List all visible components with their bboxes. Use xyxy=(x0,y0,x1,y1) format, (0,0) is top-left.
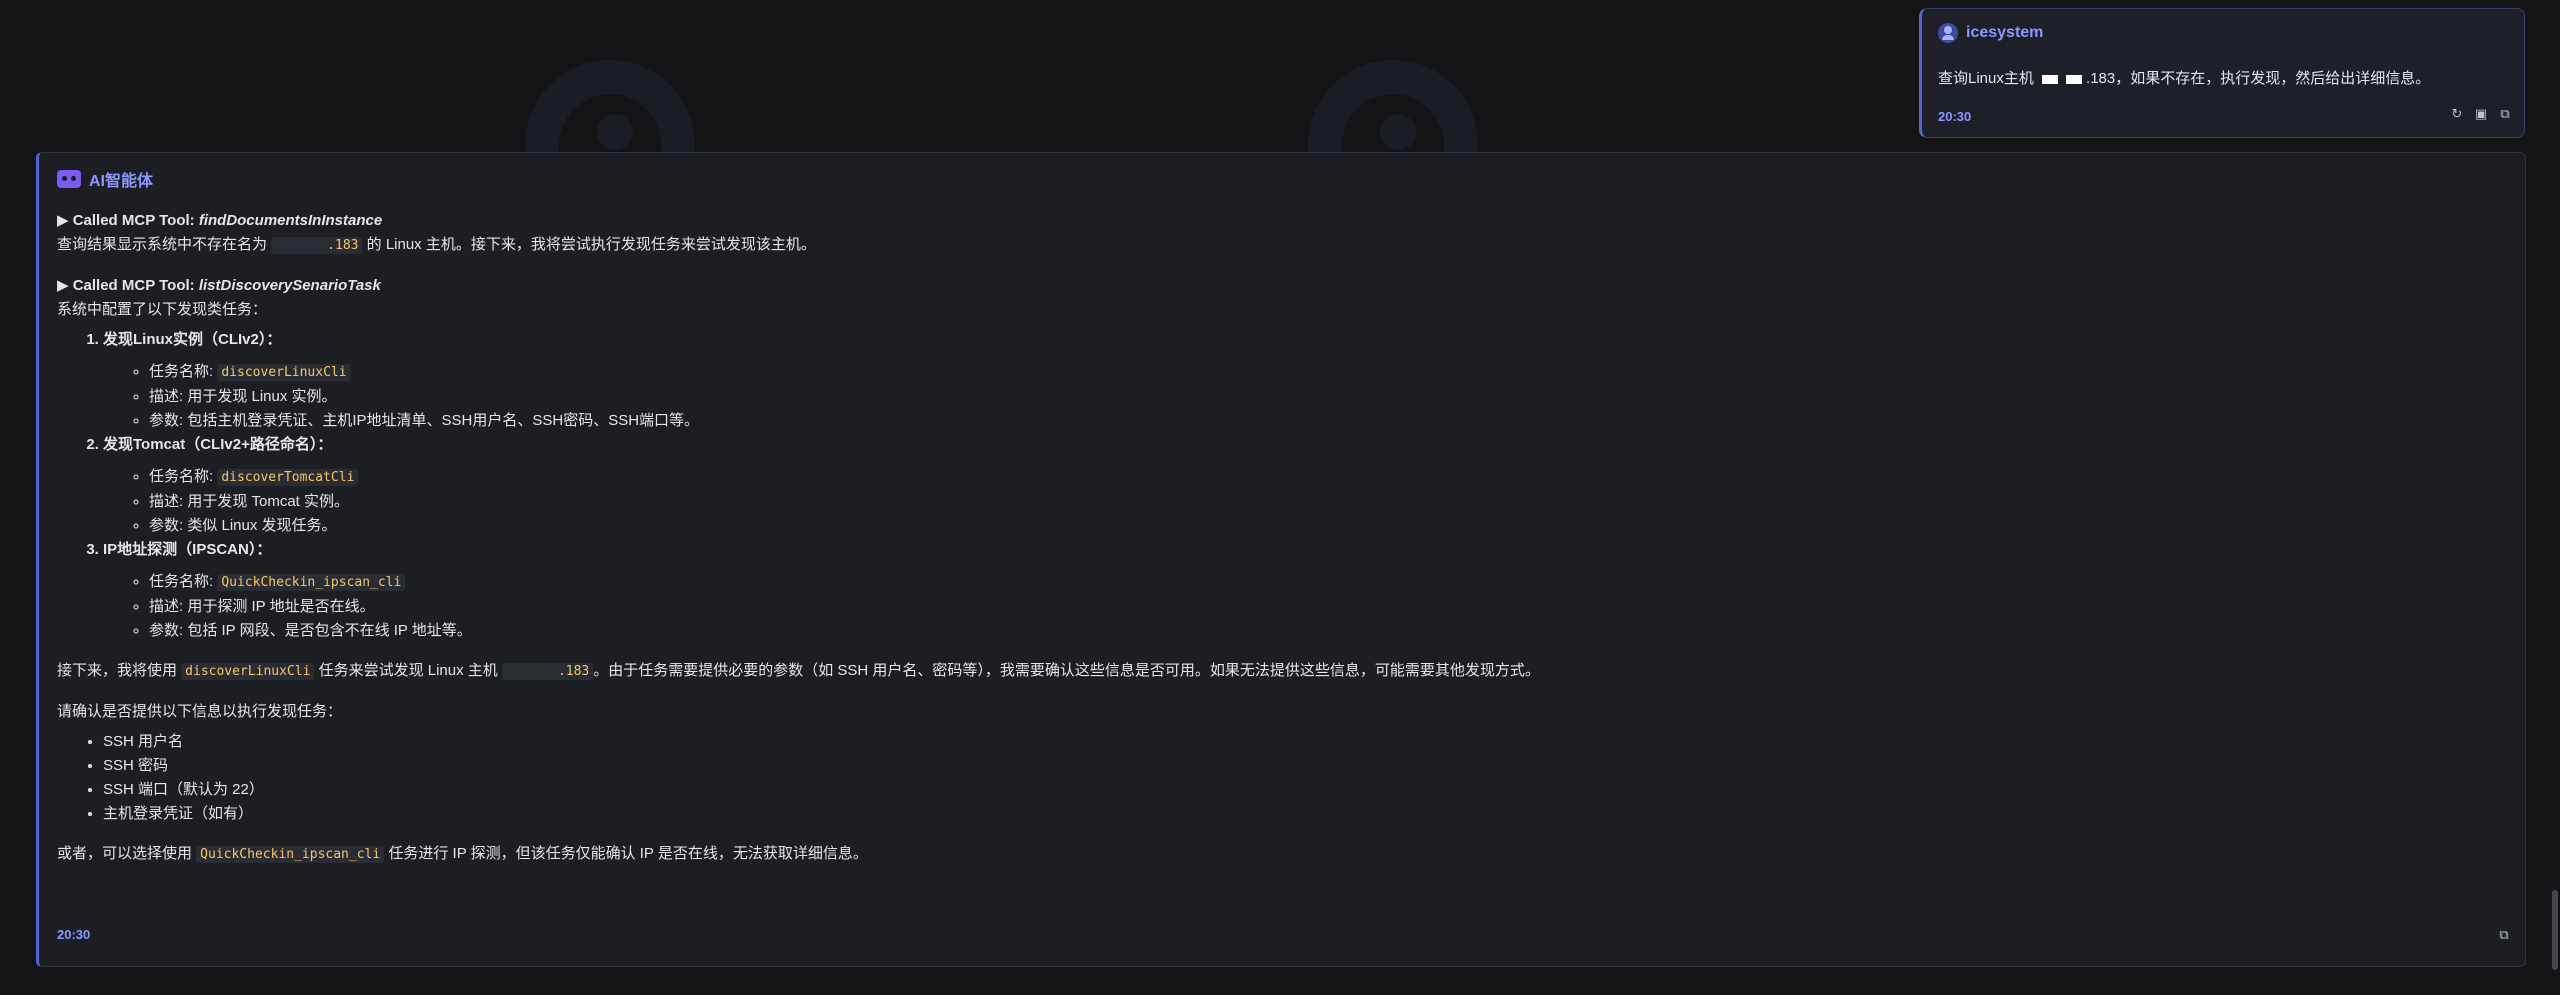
required-item: SSH 密码 xyxy=(103,754,2497,778)
redacted-block xyxy=(2066,74,2083,84)
task-item: 发现Tomcat（CLIv2+路径命名）： 任务名称: discoverTomc… xyxy=(103,433,2497,538)
copy-icon[interactable]: ⧉ xyxy=(2498,107,2512,121)
tool-call-prefix: ▶ Called MCP Tool: xyxy=(57,212,199,229)
ip-suffix: .183 xyxy=(327,238,359,253)
task-name-label: 任务名称: xyxy=(149,573,218,590)
task-desc: 描述: 用于发现 Linux 实例。 xyxy=(149,385,2497,409)
tasks-intro: 系统中配置了以下发现类任务： xyxy=(57,301,268,318)
next-after: 。由于任务需要提供必要的参数（如 SSH 用户名、密码等），我需要确认这些信息是… xyxy=(593,662,1540,679)
task-details: 任务名称: discoverTomcatCli 描述: 用于发现 Tomcat … xyxy=(103,465,2497,538)
task-name: 任务名称: QuickCheckin_ipscan_cli xyxy=(149,570,2497,595)
task-name: 任务名称: discoverLinuxCli xyxy=(149,360,2497,385)
task-name-label: 任务名称: xyxy=(149,363,218,380)
task-item: IP地址探测（IPSCAN）： 任务名称: QuickCheckin_ipsca… xyxy=(103,538,2497,643)
task-title: 发现Tomcat（CLIv2+路径命名）： xyxy=(103,436,333,453)
confirm-line: 请确认是否提供以下信息以执行发现任务： xyxy=(57,703,343,720)
user-text-before: 查询Linux主机 xyxy=(1938,70,2039,87)
robot-icon xyxy=(57,170,81,188)
task-details: 任务名称: discoverLinuxCli 描述: 用于发现 Linux 实例… xyxy=(103,360,2497,433)
user-message-actions: ↻ ▣ ⧉ xyxy=(2450,107,2512,121)
image-icon[interactable]: ▣ xyxy=(2474,107,2488,121)
required-item: SSH 端口（默认为 22） xyxy=(103,778,2497,802)
tool-call-1[interactable]: ▶ Called MCP Tool: findDocumentsInInstan… xyxy=(57,209,2497,233)
task-title: 发现Linux实例（CLIv2）： xyxy=(103,331,282,348)
result-line: 查询结果显示系统中不存在名为 .183 的 Linux 主机。接下来，我将尝试执… xyxy=(57,233,2497,258)
user-message-card: icesystem 查询Linux主机 .183，如果不存在，执行发现，然后给出… xyxy=(1919,8,2525,138)
next-mid: 任务来尝试发现 Linux 主机 xyxy=(314,662,502,679)
task-name: 任务名称: discoverTomcatCli xyxy=(149,465,2497,490)
ai-message-time: 20:30 xyxy=(57,927,91,942)
alternative-line: 或者，可以选择使用 QuickCheckin_ipscan_cli 任务进行 I… xyxy=(57,842,2497,867)
copy-icon[interactable]: ⧉ xyxy=(2497,928,2511,942)
task-code: discoverLinuxCli xyxy=(217,364,351,381)
next-step-line: 接下来，我将使用 discoverLinuxCli 任务来尝试发现 Linux … xyxy=(57,659,2497,684)
ip-suffix: .183 xyxy=(557,664,590,679)
task-name-label: 任务名称: xyxy=(149,468,218,485)
tool-call-name: findDocumentsInInstance xyxy=(198,212,383,229)
ai-message-header: AI智能体 xyxy=(57,167,153,191)
task-params: 参数: 包括 IP 网段、是否包含不在线 IP 地址等。 xyxy=(149,619,2497,643)
result-line-after: 的 Linux 主机。接下来，我将尝试执行发现任务来尝试发现该主机。 xyxy=(362,236,816,253)
result-line-before: 查询结果显示系统中不存在名为 xyxy=(57,236,272,253)
task-item: 发现Linux实例（CLIv2）： 任务名称: discoverLinuxCli… xyxy=(103,328,2497,433)
task-desc: 描述: 用于探测 IP 地址是否在线。 xyxy=(149,595,2497,619)
task-list: 发现Linux实例（CLIv2）： 任务名称: discoverLinuxCli… xyxy=(57,328,2497,643)
ip-code: .183 xyxy=(271,237,363,254)
ai-name: AI智能体 xyxy=(89,173,154,190)
task-title: IP地址探测（IPSCAN）： xyxy=(103,541,272,558)
user-message-text: 查询Linux主机 .183，如果不存在，执行发现，然后给出详细信息。 xyxy=(1938,67,2430,88)
alt-before: 或者，可以选择使用 xyxy=(57,845,197,862)
refresh-icon[interactable]: ↻ xyxy=(2450,107,2464,121)
task-code: discoverTomcatCli xyxy=(217,469,359,486)
user-message-time: 20:30 xyxy=(1938,109,1972,124)
user-message-header: icesystem xyxy=(1938,23,2043,43)
task-params: 参数: 类似 Linux 发现任务。 xyxy=(149,514,2497,538)
task-details: 任务名称: QuickCheckin_ipscan_cli 描述: 用于探测 I… xyxy=(103,570,2497,643)
user-text-after: .183，如果不存在，执行发现，然后给出详细信息。 xyxy=(2086,70,2431,87)
required-item: SSH 用户名 xyxy=(103,730,2497,754)
redacted-block xyxy=(2042,74,2059,84)
scrollbar[interactable] xyxy=(2552,890,2558,970)
ai-message-card: AI智能体 ▶ Called MCP Tool: findDocumentsIn… xyxy=(36,152,2526,967)
ai-message-body: ▶ Called MCP Tool: findDocumentsInInstan… xyxy=(57,209,2497,867)
alt-after: 任务进行 IP 探测，但该任务仅能确认 IP 是否在线，无法获取详细信息。 xyxy=(384,845,868,862)
next-task-code: discoverLinuxCli xyxy=(181,663,315,680)
redacted-block xyxy=(509,664,554,679)
alt-task-code: QuickCheckin_ipscan_cli xyxy=(196,846,385,863)
required-info-list: SSH 用户名 SSH 密码 SSH 端口（默认为 22） 主机登录凭证（如有） xyxy=(57,730,2497,826)
task-params: 参数: 包括主机登录凭证、主机IP地址清单、SSH用户名、SSH密码、SSH端口… xyxy=(149,409,2497,433)
tool-call-prefix: ▶ Called MCP Tool: xyxy=(57,277,199,294)
task-code: QuickCheckin_ipscan_cli xyxy=(217,574,406,591)
next-before: 接下来，我将使用 xyxy=(57,662,182,679)
tool-call-2[interactable]: ▶ Called MCP Tool: listDiscoverySenarioT… xyxy=(57,274,2497,298)
redacted-block xyxy=(279,238,324,253)
ip-code: .183 xyxy=(501,663,594,680)
user-name: icesystem xyxy=(1966,24,2044,41)
task-desc: 描述: 用于发现 Tomcat 实例。 xyxy=(149,490,2497,514)
tool-call-name: listDiscoverySenarioTask xyxy=(198,277,381,294)
user-circle-icon xyxy=(1938,23,1958,43)
required-item: 主机登录凭证（如有） xyxy=(103,802,2497,826)
